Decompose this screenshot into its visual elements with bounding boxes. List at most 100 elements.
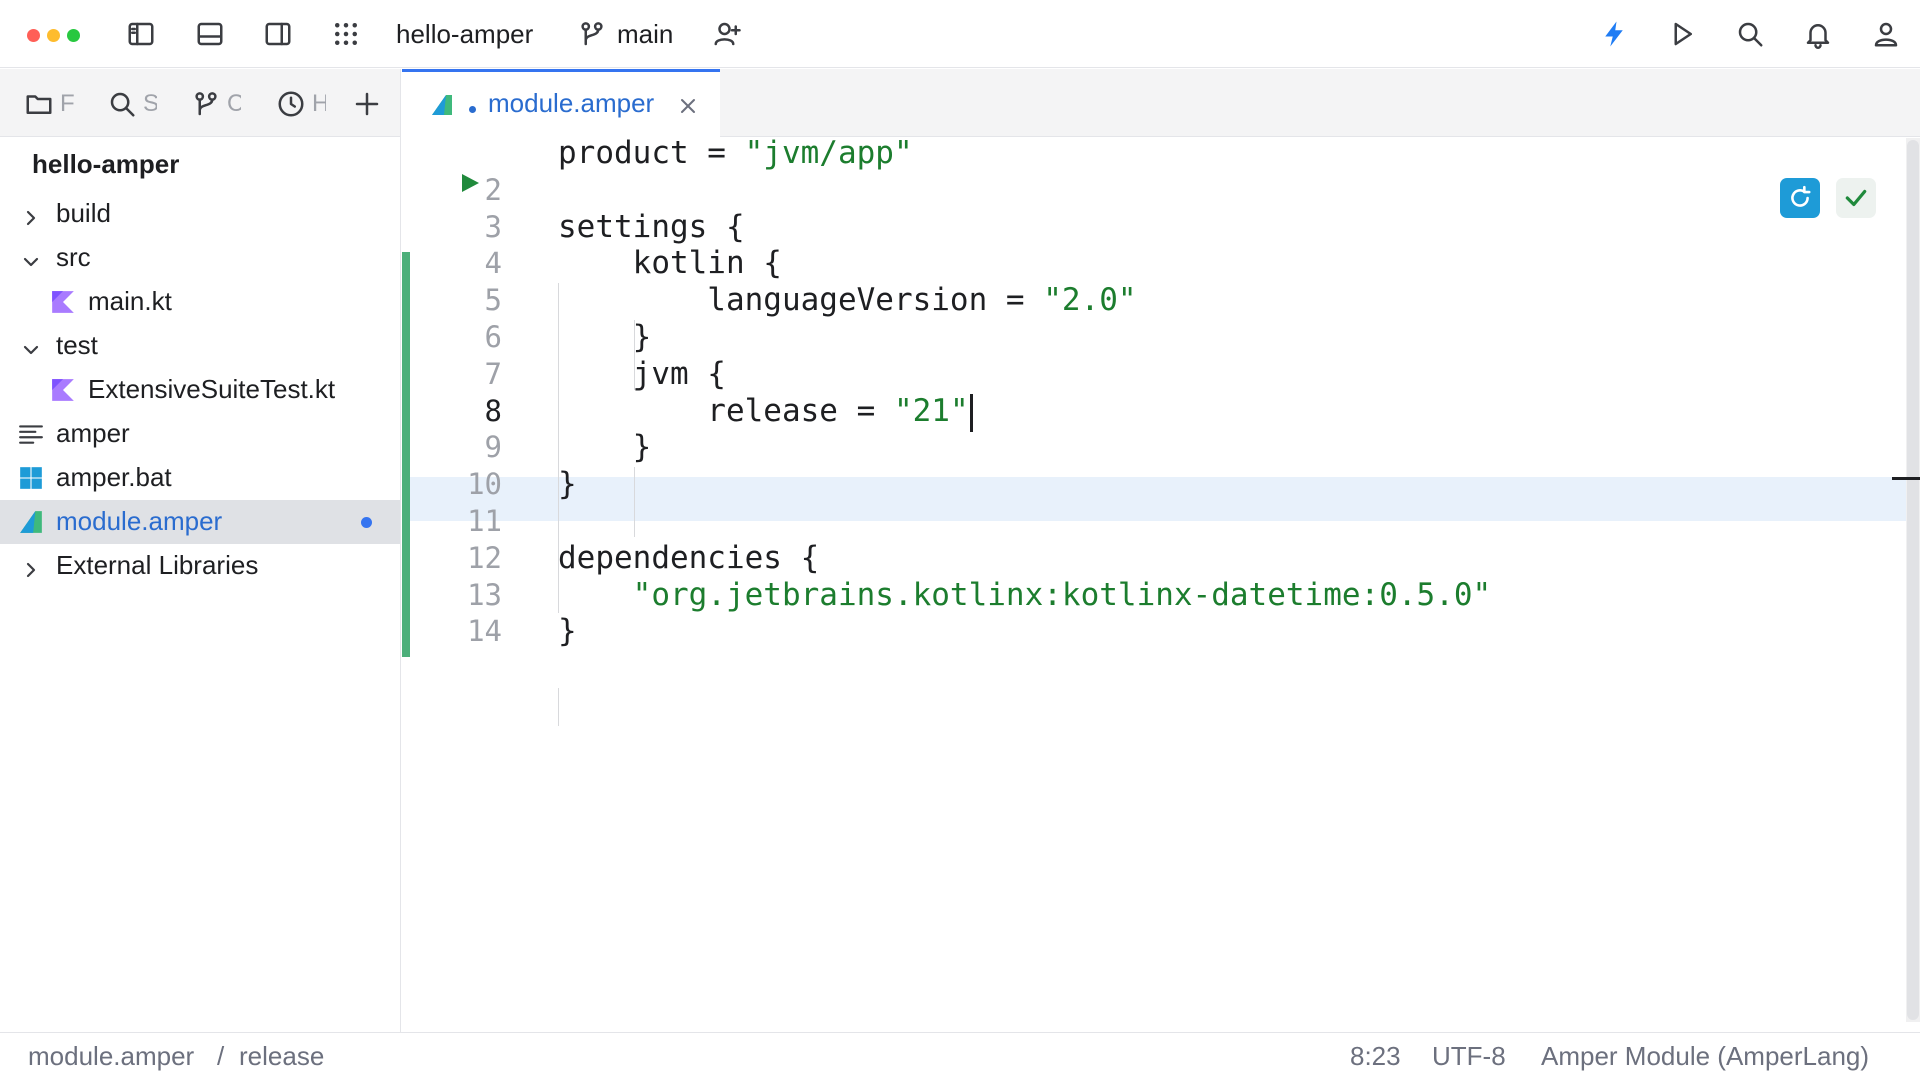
indent-guide (558, 283, 559, 613)
close-window-button[interactable] (27, 29, 40, 42)
code-line[interactable]: } (558, 462, 577, 506)
tree-item-extensive-suite-test[interactable]: ExtensiveSuiteTest.kt (0, 368, 400, 412)
sync-button[interactable] (1780, 178, 1820, 218)
close-icon[interactable] (678, 96, 698, 116)
breadcrumb-item[interactable]: release (239, 1041, 324, 1072)
line-number[interactable]: 14 (402, 609, 502, 653)
windows-icon (20, 467, 42, 489)
branch-name[interactable]: main (617, 16, 673, 52)
current-line-highlight (410, 477, 1920, 521)
tree-item-amper-bat[interactable]: amper.bat (0, 456, 400, 500)
code-token: } (558, 466, 577, 502)
code-token: settings { (558, 209, 745, 245)
amper-icon (432, 95, 452, 115)
tree-item-build[interactable]: build (0, 192, 400, 236)
lightning-icon[interactable] (1594, 14, 1634, 54)
code-token: kotlin { (558, 245, 782, 281)
bottom-panel-icon[interactable] (190, 14, 230, 54)
project-panel: F S C H hello-amper build src main.kt te… (0, 69, 401, 1032)
caret-position-marker (1892, 477, 1920, 480)
code-token: release = (558, 393, 894, 429)
scrollbar-thumb[interactable] (1907, 140, 1919, 1020)
code-token: product = (558, 135, 745, 171)
tree-item-amper[interactable]: amper (0, 412, 400, 456)
project-name[interactable]: hello-amper (396, 16, 533, 52)
tree-item-label: amper (56, 418, 130, 448)
tab-label: module.amper (488, 88, 655, 118)
title-bar: hello-amper main (0, 0, 1920, 68)
search-icon (110, 92, 135, 117)
tab-module-amper[interactable]: module.amper (402, 69, 720, 137)
sidebar-left-icon[interactable] (121, 14, 161, 54)
tab-commit-label: C (227, 90, 241, 117)
tree-item-label: amper.bat (56, 462, 172, 492)
code-token: } (558, 613, 577, 649)
indent-guide (634, 320, 635, 390)
chevron-down-icon[interactable] (21, 336, 41, 356)
add-tab-button[interactable] (352, 84, 382, 124)
amper-icon (20, 511, 42, 533)
code-token: dependencies { (558, 540, 820, 576)
code-token: } (558, 319, 652, 355)
tree-item-label: module.amper (56, 506, 223, 536)
breadcrumb-file[interactable]: module.amper (28, 1041, 194, 1072)
string-literal: "21" (893, 393, 969, 429)
string-literal: "org.jetbrains.kotlinx:kotlinx-datetime:… (558, 577, 1492, 613)
tree-item-module-amper[interactable]: module.amper (0, 500, 400, 544)
bell-icon[interactable] (1798, 14, 1838, 54)
editor-tabs: module.amper (402, 69, 1920, 137)
tool-window-tabs: F S C H (0, 69, 400, 137)
vertical-scrollbar[interactable] (1906, 138, 1920, 1022)
code-line[interactable]: product = "jvm/app" (558, 131, 913, 175)
folder-icon (26, 95, 52, 114)
tab-history[interactable]: H (276, 84, 326, 124)
file-encoding[interactable]: UTF-8 (1432, 1041, 1506, 1072)
text-file-icon (19, 425, 43, 444)
tab-commit[interactable]: C (191, 84, 241, 124)
tree-item-label: build (56, 198, 111, 228)
git-branch-icon (572, 14, 612, 54)
tab-project-label: F (60, 90, 74, 117)
breadcrumb-separator: / (217, 1041, 225, 1071)
minimize-window-button[interactable] (47, 29, 60, 42)
tree-item-main-kt[interactable]: main.kt (0, 280, 400, 324)
indent-guide (558, 688, 559, 726)
project-root-title[interactable]: hello-amper (32, 149, 179, 180)
clock-icon (278, 91, 304, 117)
code-token: languageVersion = (558, 282, 1044, 318)
tree-item-src[interactable]: src (0, 236, 400, 280)
sidebar-right-icon[interactable] (258, 14, 298, 54)
tree-item-label: main.kt (88, 286, 172, 316)
tree-item-test[interactable]: test (0, 324, 400, 368)
user-icon[interactable] (1866, 14, 1906, 54)
modified-indicator (361, 517, 372, 528)
caret-position[interactable]: 8:23 (1350, 1041, 1401, 1072)
tab-history-label: H (312, 90, 326, 117)
apps-grid-icon[interactable] (326, 14, 366, 54)
code-token: jvm { (558, 356, 726, 392)
tree-item-label: External Libraries (56, 550, 259, 580)
search-icon[interactable] (1730, 14, 1770, 54)
chevron-right-icon[interactable] (21, 556, 41, 578)
tab-search[interactable]: S (107, 84, 157, 124)
code-editor[interactable]: 2 3 4 5 6 7 8 9 10 11 12 13 14 product = "jvm/app" se… (402, 135, 1920, 1032)
chevron-down-icon[interactable] (21, 248, 41, 268)
zoom-window-button[interactable] (67, 29, 80, 42)
tab-project[interactable]: F (24, 84, 74, 124)
code-line[interactable]: } (558, 609, 577, 653)
inspection-status-button[interactable] (1836, 178, 1876, 218)
run-icon[interactable] (1662, 14, 1702, 54)
file-type[interactable]: Amper Module (AmperLang) (1541, 1041, 1869, 1072)
indent-guide (634, 467, 635, 537)
kotlin-icon (52, 379, 74, 401)
tree-item-label: src (56, 242, 91, 272)
add-user-icon[interactable] (707, 14, 747, 54)
text-caret (969, 393, 973, 432)
project-tree: build src main.kt test ExtensiveSuiteTes… (0, 192, 400, 588)
code-line[interactable]: "org.jetbrains.kotlinx:kotlinx-datetime:… (558, 573, 1492, 617)
chevron-right-icon[interactable] (21, 204, 41, 226)
plus-icon (355, 92, 379, 116)
tree-item-external-libraries[interactable]: External Libraries (0, 544, 400, 588)
git-branch-icon (195, 92, 217, 116)
refresh-icon (1791, 185, 1811, 207)
